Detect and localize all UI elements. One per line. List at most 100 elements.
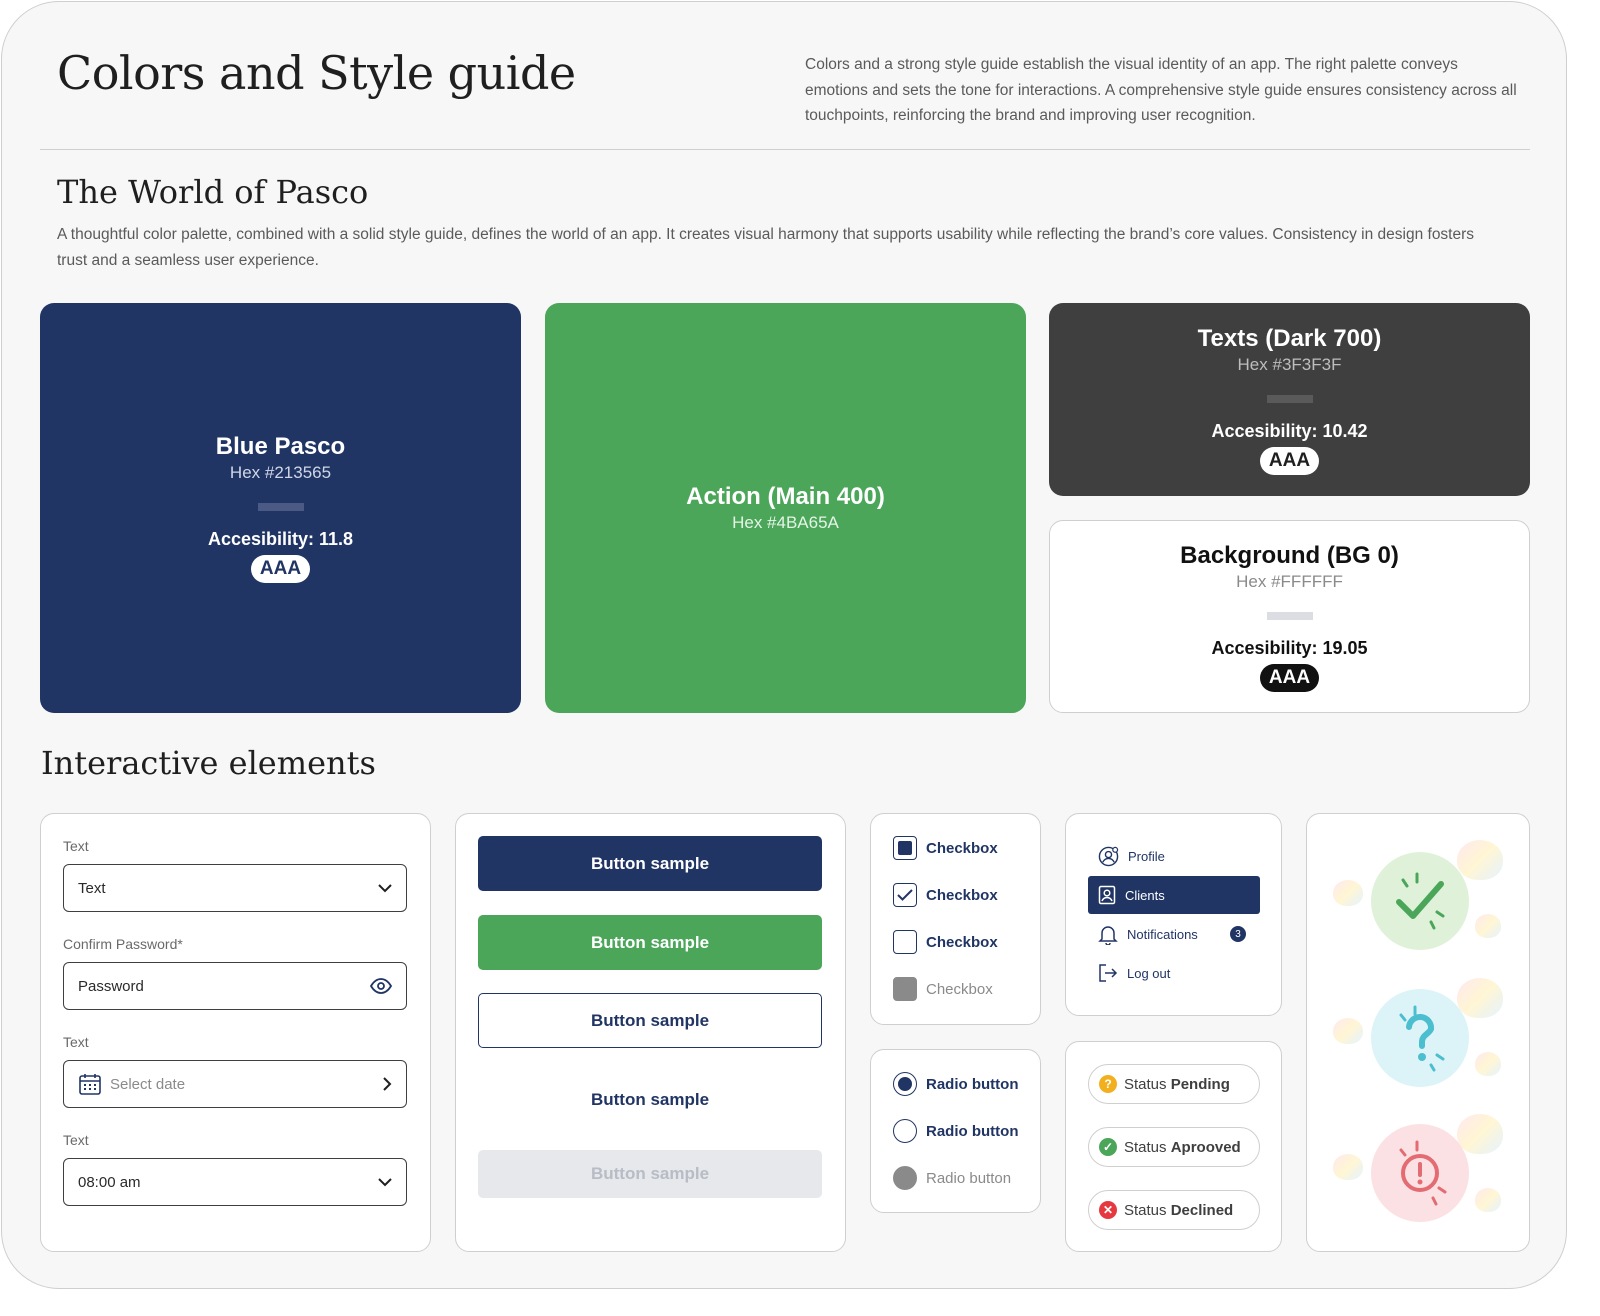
illustrations-panel (1306, 813, 1530, 1252)
radio-label: Radio button (926, 1122, 1019, 1140)
status-badge-approved: ✓ Status Aprooved (1088, 1127, 1260, 1167)
section-title-world: The World of Pasco (57, 173, 369, 211)
color-swatch-bar (1266, 611, 1313, 620)
checkbox-panel: Checkbox Checkbox Checkbox Checkbox (870, 813, 1041, 1025)
field-label: Text (63, 1034, 89, 1050)
accessibility-score: Accesibility: 10.42 (1211, 420, 1368, 441)
accessibility-badge: AAA (1259, 446, 1320, 475)
accessibility-score: Accesibility: 11.8 (207, 529, 354, 549)
text-select[interactable]: Text (63, 864, 407, 912)
form-panel: Text Text Confirm Password* Password Tex… (40, 813, 431, 1252)
color-hex: Hex #4BA65A (732, 513, 839, 532)
radio-selected[interactable]: Radio button (893, 1072, 1018, 1096)
chevron-right-icon (383, 1077, 392, 1091)
checkbox-disabled: Checkbox (893, 977, 993, 1001)
date-picker-field[interactable]: Select date (63, 1060, 407, 1108)
status-value: Pending (1170, 1075, 1230, 1093)
color-card-blue: Blue Pasco Hex #213565 Accesibility: 11.… (40, 303, 521, 713)
chevron-down-icon (378, 1177, 392, 1187)
status-prefix: Status (1124, 1138, 1167, 1156)
time-select[interactable]: 08:00 am (63, 1158, 407, 1206)
buttons-panel: Button sample Button sample Button sampl… (455, 813, 846, 1252)
status-value: Aprooved (1170, 1138, 1241, 1156)
color-swatch-bar (1266, 394, 1313, 403)
accessibility-badge: AAA (250, 555, 311, 583)
date-placeholder: Select date (110, 1075, 186, 1093)
check-icon: ✓ (1099, 1138, 1117, 1156)
checkbox-label: Checkbox (926, 839, 998, 857)
radio-unselected[interactable]: Radio button (893, 1119, 1018, 1143)
checkbox-label: Checkbox (926, 886, 998, 904)
eye-icon[interactable] (370, 978, 392, 994)
status-value: Declined (1170, 1201, 1234, 1219)
status-panel: ? Status Pending ✓ Status Aprooved ✕ Sta… (1065, 1041, 1282, 1252)
menu-item-notifications[interactable]: Notifications 3 (1088, 915, 1260, 953)
section-description: A thoughtful color palette, combined wit… (57, 226, 1475, 269)
menu-label: Profile (1128, 848, 1165, 864)
disabled-button: Button sample (478, 1150, 822, 1198)
success-illustration-icon (1371, 852, 1469, 950)
checkbox-label: Checkbox (926, 933, 998, 951)
divider (40, 149, 1530, 150)
radio-empty-icon (893, 1119, 917, 1143)
action-button[interactable]: Button sample (478, 915, 822, 970)
color-name: Background (BG 0) (1180, 541, 1399, 569)
status-prefix: Status (1124, 1075, 1167, 1093)
page-title: Colors and Style guide (57, 46, 576, 100)
menu-label: Clients (1125, 887, 1165, 903)
password-value: Password (78, 977, 144, 995)
menu-item-profile[interactable]: Profile (1088, 837, 1260, 875)
outline-button[interactable]: Button sample (478, 993, 822, 1048)
color-name: Blue Pasco (215, 433, 346, 460)
accessibility-badge: AAA (1259, 663, 1320, 692)
status-badge-declined: ✕ Status Declined (1088, 1190, 1260, 1230)
radio-label: Radio button (926, 1169, 1012, 1187)
radio-label: Radio button (926, 1075, 1019, 1093)
menu-item-logout[interactable]: Log out (1088, 954, 1260, 992)
color-card-background: Background (BG 0) Hex #FFFFFF Accesibili… (1049, 520, 1530, 713)
color-name: Texts (Dark 700) (1197, 324, 1382, 352)
checkmark-icon (893, 883, 917, 907)
question-icon: ? (1099, 1075, 1117, 1093)
calendar-icon (78, 1072, 102, 1096)
color-hex: Hex #FFFFFF (1236, 571, 1343, 591)
password-field[interactable]: Password (63, 962, 407, 1010)
menu-label: Notifications (1127, 926, 1198, 942)
alert-illustration-icon (1371, 1124, 1469, 1222)
radio-disabled-icon (893, 1166, 917, 1190)
logout-icon (1099, 964, 1118, 982)
checkbox-checked[interactable]: Checkbox (893, 883, 998, 907)
status-badge-pending: ? Status Pending (1088, 1064, 1260, 1104)
notification-count-badge: 3 (1230, 926, 1246, 942)
color-hex: Hex #213565 (229, 463, 332, 482)
profile-icon (1098, 846, 1119, 866)
select-value: 08:00 am (78, 1173, 141, 1191)
chevron-down-icon (378, 883, 392, 893)
close-icon: ✕ (1099, 1201, 1117, 1219)
question-illustration-icon (1371, 989, 1469, 1087)
menu-panel: Profile Clients Notifications 3 Log out (1065, 813, 1282, 1016)
radio-disabled: Radio button (893, 1166, 1011, 1190)
field-label: Text (63, 838, 89, 854)
bell-icon (1098, 925, 1118, 945)
style-guide-frame: Colors and Style guide Colors and a stro… (1, 1, 1567, 1289)
checkbox-label: Checkbox (926, 980, 993, 998)
text-button[interactable]: Button sample (478, 1072, 822, 1127)
select-value: Text (78, 879, 106, 897)
color-card-texts: Texts (Dark 700) Hex #3F3F3F Accesibilit… (1049, 303, 1530, 496)
field-label: Text (63, 1132, 89, 1148)
checkbox-unchecked[interactable]: Checkbox (893, 930, 998, 954)
checkbox-filled-icon (893, 836, 917, 860)
checkbox-empty-icon (893, 930, 917, 954)
accessibility-score: Accesibility: 19.05 (1211, 637, 1368, 658)
section-title-interactive: Interactive elements (41, 744, 376, 782)
checkbox-indeterminate[interactable]: Checkbox (893, 836, 998, 860)
color-hex: Hex #3F3F3F (1237, 354, 1342, 374)
radio-selected-icon (893, 1072, 917, 1096)
status-prefix: Status (1124, 1201, 1167, 1219)
color-swatch-bar (257, 503, 304, 511)
primary-button[interactable]: Button sample (478, 836, 822, 891)
field-label: Confirm Password* (63, 936, 183, 952)
menu-item-clients[interactable]: Clients (1088, 876, 1260, 914)
color-card-action: Action (Main 400) Hex #4BA65A (545, 303, 1026, 713)
